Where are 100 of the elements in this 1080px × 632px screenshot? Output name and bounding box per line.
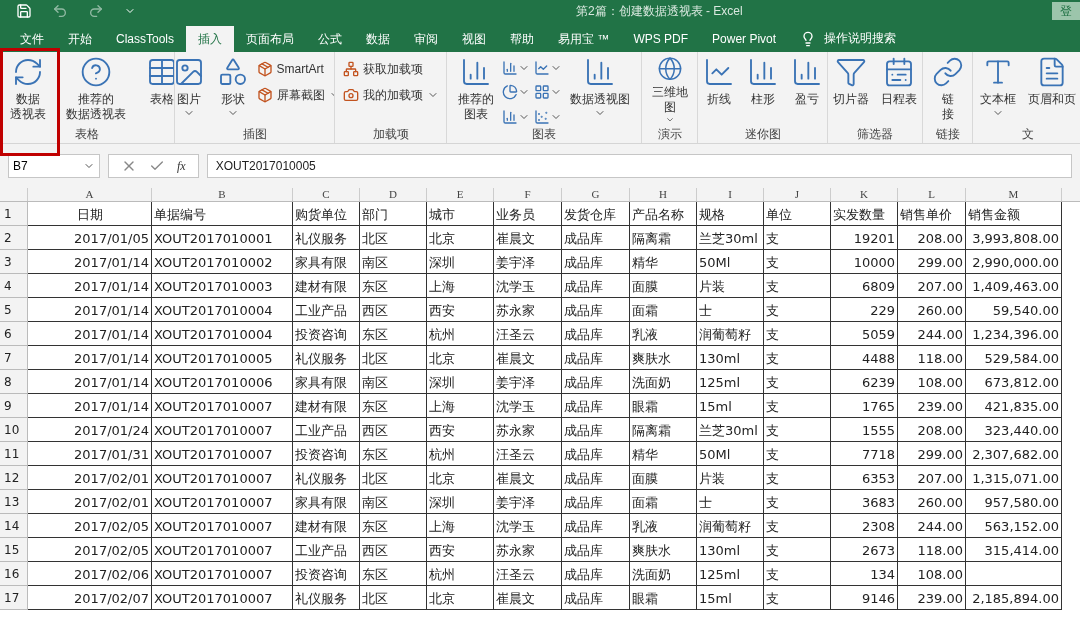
ribbon-tab[interactable]: 数据	[354, 26, 403, 52]
ribbon-tab[interactable]: 页面布局	[234, 26, 307, 52]
row-header[interactable]: 15	[0, 538, 28, 562]
row-header[interactable]: 6	[0, 322, 28, 346]
table-cell: 士	[697, 490, 764, 514]
row-header[interactable]: 1	[0, 202, 28, 226]
insert-function-button[interactable]: fx	[177, 157, 186, 175]
table-cell: XOUT2017010007	[152, 562, 293, 586]
column-header[interactable]: D	[360, 188, 427, 201]
table-cell: 销售单价	[898, 202, 966, 226]
row-header[interactable]: 4	[0, 274, 28, 298]
table-cell: 东区	[360, 274, 427, 298]
chart-type-button[interactable]	[502, 84, 530, 101]
table-cell: 10000	[831, 250, 898, 274]
column-header[interactable]: M	[966, 188, 1062, 201]
ribbon-small-button[interactable]: SmartArt	[256, 60, 334, 78]
table-cell: 东区	[360, 322, 427, 346]
table-cell: 北京	[427, 466, 494, 490]
ribbon-tab[interactable]: 公式	[306, 26, 355, 52]
table-cell: 东区	[360, 514, 427, 538]
ribbon-small-button[interactable]: 获取加载项	[342, 60, 439, 78]
chart-type-button[interactable]	[534, 84, 562, 101]
table-cell: 西安	[427, 538, 494, 562]
table-cell: 957,580.00	[966, 490, 1062, 514]
ribbon-tab[interactable]: 帮助	[498, 26, 547, 52]
column-header[interactable]: L	[898, 188, 966, 201]
ribbon-button[interactable]: 切片器	[829, 52, 873, 125]
table-cell: 规格	[697, 202, 764, 226]
ribbon-tab[interactable]: 审阅	[402, 26, 451, 52]
table-cell: 支	[764, 274, 831, 298]
ribbon-button[interactable]: 数据透视图	[566, 52, 634, 125]
table-cell: 1,315,071.00	[966, 466, 1062, 490]
save-icon[interactable]	[16, 3, 32, 19]
table-cell: 精华	[630, 250, 697, 274]
row-header[interactable]: 7	[0, 346, 28, 370]
ribbon-button[interactable]: 日程表	[877, 52, 921, 125]
ribbon-icon	[256, 87, 273, 103]
column-header[interactable]: I	[697, 188, 764, 201]
table-cell: 260.00	[898, 490, 966, 514]
ribbon-tab[interactable]: 易用宝 ™	[546, 26, 622, 52]
row-header[interactable]: 10	[0, 418, 28, 442]
table-cell: 2,185,894.00	[966, 586, 1062, 610]
row-header[interactable]: 14	[0, 514, 28, 538]
ribbon-button[interactable]: 表格	[142, 52, 174, 125]
table-cell: 工业产品	[293, 418, 360, 442]
ribbon-tab[interactable]: Power Pivot	[700, 26, 789, 52]
row-header[interactable]: 11	[0, 442, 28, 466]
row-header[interactable]: 9	[0, 394, 28, 418]
column-header[interactable]: H	[630, 188, 697, 201]
chart-type-button[interactable]	[534, 60, 562, 77]
table-cell: XOUT2017010007	[152, 514, 293, 538]
row-header[interactable]: 3	[0, 250, 28, 274]
ribbon-button[interactable]: 形状	[212, 52, 253, 125]
ribbon-button[interactable]: 图片	[175, 52, 209, 125]
name-box[interactable]: B7	[8, 154, 100, 178]
ribbon-button[interactable]: 三维地 图	[647, 52, 692, 125]
ribbon-tab[interactable]: 文件	[8, 26, 56, 52]
column-header[interactable]: J	[764, 188, 831, 201]
column-header[interactable]: A	[28, 188, 152, 201]
table-cell: 673,812.00	[966, 370, 1062, 394]
row-header[interactable]: 17	[0, 586, 28, 610]
row-header[interactable]: 5	[0, 298, 28, 322]
table-cell: 片装	[697, 466, 764, 490]
table-cell: 125ml	[697, 562, 764, 586]
ribbon-button[interactable]: 文本框	[975, 52, 1020, 125]
tell-me-search[interactable]: 操作说明搜索	[824, 29, 897, 47]
chart-type-button[interactable]	[502, 60, 530, 77]
row-header[interactable]: 8	[0, 370, 28, 394]
formula-field[interactable]: XOUT2017010005	[206, 154, 1072, 178]
ribbon-button[interactable]: 盈亏	[786, 52, 827, 125]
ribbon-button[interactable]: 柱形	[742, 52, 783, 125]
chart-type-button[interactable]	[502, 108, 530, 125]
column-header[interactable]: G	[562, 188, 630, 201]
ribbon-button[interactable]: 折线	[698, 52, 739, 125]
table-cell: XOUT2017010007	[152, 442, 293, 466]
column-header[interactable]: K	[831, 188, 898, 201]
ribbon-button[interactable]: 推荐的 图表	[454, 52, 498, 125]
table-cell: 工业产品	[293, 538, 360, 562]
row-header[interactable]: 2	[0, 226, 28, 250]
row-header[interactable]: 16	[0, 562, 28, 586]
ribbon-tab[interactable]: 视图	[450, 26, 499, 52]
ribbon-small-button[interactable]: 我的加载项	[342, 86, 439, 104]
ribbon-tab[interactable]: 插入	[186, 26, 235, 52]
chart-type-button[interactable]	[534, 108, 562, 125]
ribbon-button[interactable]: 链 接	[927, 52, 968, 125]
column-header[interactable]: B	[152, 188, 293, 201]
column-header[interactable]: E	[427, 188, 494, 201]
ribbon-tab[interactable]: ClassTools	[104, 26, 187, 52]
ribbon-button[interactable]: 页眉和页	[1023, 52, 1080, 125]
ribbon-button[interactable]: 数据 透视表	[6, 52, 50, 125]
column-header[interactable]: C	[293, 188, 360, 201]
column-header[interactable]: F	[494, 188, 562, 201]
table-cell: 家具有限	[293, 490, 360, 514]
table-cell: 建材有限	[293, 394, 360, 418]
ribbon-tab[interactable]: 开始	[56, 26, 104, 52]
ribbon-button[interactable]: 推荐的 数据透视表	[62, 52, 130, 125]
ribbon-tab[interactable]: WPS PDF	[621, 26, 701, 52]
row-header[interactable]: 12	[0, 466, 28, 490]
ribbon-small-button[interactable]: 屏幕截图	[256, 86, 334, 104]
row-header[interactable]: 13	[0, 490, 28, 514]
